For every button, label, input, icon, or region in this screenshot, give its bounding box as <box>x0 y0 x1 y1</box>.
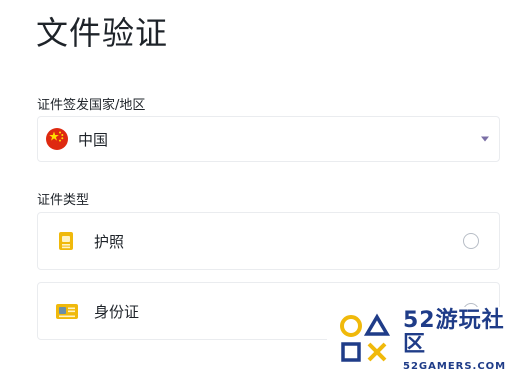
passport-radio[interactable] <box>463 233 479 249</box>
watermark-title: 52游玩社区 <box>403 307 505 357</box>
doc-type-option-passport[interactable]: 护照 <box>37 212 500 270</box>
id-card-icon <box>56 301 78 321</box>
watermark-subtitle: 52GAMERS.COM <box>403 360 507 372</box>
country-select-value: 中国 <box>78 130 109 149</box>
watermark-logo-icon <box>337 312 397 368</box>
page-title: 文件验证 <box>36 14 169 52</box>
country-select[interactable]: 中国 <box>37 116 500 162</box>
passport-icon <box>56 231 76 251</box>
id-card-label: 身份证 <box>94 302 140 321</box>
china-flag-icon <box>46 128 68 150</box>
issuer-label: 证件签发国家/地区 <box>37 98 146 113</box>
chevron-down-icon <box>481 136 489 142</box>
passport-label: 护照 <box>94 232 125 251</box>
doc-type-label: 证件类型 <box>37 193 90 208</box>
watermark: 52游玩社区 52GAMERS.COM <box>327 307 517 373</box>
